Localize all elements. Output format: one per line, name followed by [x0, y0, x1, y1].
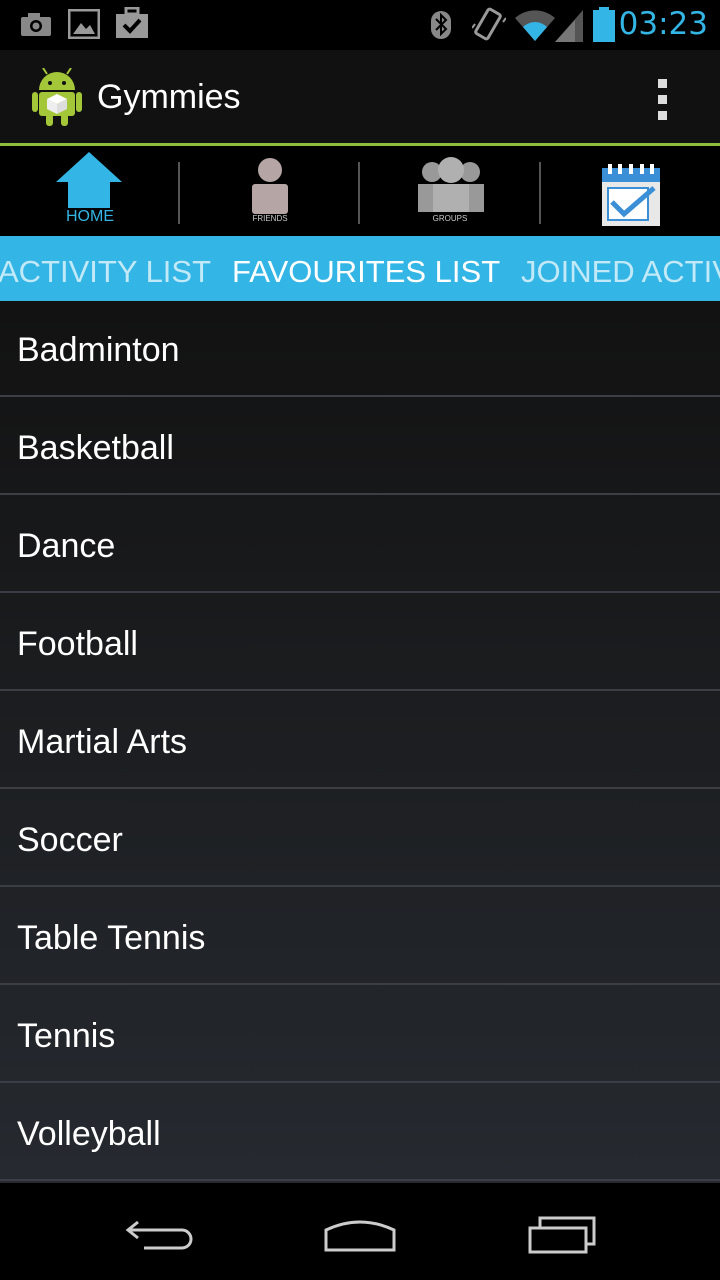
tab-friends-label: FRIENDS [252, 214, 288, 223]
list-item[interactable]: Volleyball [0, 1085, 720, 1181]
tab-favourites-list[interactable]: FAVOURITES LIST [232, 254, 500, 290]
list-item[interactable]: Table Tennis [0, 889, 720, 985]
recent-apps-icon[interactable] [526, 1214, 598, 1256]
camera-icon [21, 13, 51, 36]
back-icon[interactable] [124, 1216, 194, 1252]
favourites-list: Badminton Basketball Dance Football Mart… [0, 301, 720, 1183]
list-item-label: Dance [17, 527, 116, 565]
list-item-label: Volleyball [17, 1115, 161, 1153]
navigation-bar [0, 1184, 720, 1280]
person-icon [252, 158, 288, 214]
signal-icon [555, 10, 583, 42]
bluetooth-icon [431, 11, 451, 39]
group-icon [418, 157, 484, 212]
vibrate-icon [472, 7, 506, 41]
icon-tab-bar: HOME FRIENDS GROUPS [0, 146, 720, 240]
list-item[interactable]: Tennis [0, 987, 720, 1083]
clock-time: 03:23 [618, 6, 708, 42]
gallery-icon [68, 9, 100, 39]
action-bar: Gymmies [0, 50, 720, 143]
calendar-check-icon [602, 164, 660, 226]
tab-activity-list[interactable]: ACTIVITY LIST [0, 254, 211, 290]
list-item-label: Tennis [17, 1017, 116, 1055]
list-item[interactable]: Football [0, 595, 720, 691]
divider [0, 591, 720, 593]
divider [0, 395, 720, 397]
divider [0, 983, 720, 985]
divider [0, 1179, 720, 1181]
briefcase-check-icon [116, 7, 148, 38]
status-bar: 03:23 [0, 0, 720, 50]
android-icon[interactable] [32, 68, 82, 126]
divider [0, 689, 720, 691]
list-item[interactable]: Basketball [0, 399, 720, 495]
page-tab-strip: ACTIVITY LIST FAVOURITES LIST JOINED ACT… [0, 236, 720, 301]
overflow-menu-icon[interactable] [656, 78, 670, 122]
list-item-label: Football [17, 625, 138, 663]
tab-joined-activities[interactable]: JOINED ACTIV [521, 254, 720, 290]
tab-friends[interactable]: FRIENDS [180, 146, 360, 240]
list-item-label: Badminton [17, 331, 180, 369]
wifi-icon [515, 10, 555, 41]
list-item[interactable]: Martial Arts [0, 693, 720, 789]
list-item-label: Basketball [17, 429, 174, 467]
list-item[interactable]: Dance [0, 497, 720, 593]
divider [0, 493, 720, 495]
tab-home[interactable]: HOME [0, 146, 180, 240]
tab-home-label: HOME [66, 208, 114, 225]
divider [0, 885, 720, 887]
home-icon [56, 152, 122, 208]
tab-groups-label: GROUPS [432, 214, 468, 223]
divider [0, 787, 720, 789]
tab-groups[interactable]: GROUPS [360, 146, 540, 240]
home-nav-icon[interactable] [322, 1212, 398, 1254]
tab-activities[interactable] [540, 146, 720, 240]
app-title: Gymmies [97, 78, 241, 116]
battery-icon [593, 7, 615, 42]
divider [0, 1081, 720, 1083]
list-item-label: Martial Arts [17, 723, 188, 761]
list-item[interactable]: Soccer [0, 791, 720, 887]
list-item-label: Soccer [17, 821, 123, 859]
list-item-label: Table Tennis [17, 919, 206, 957]
list-item[interactable]: Badminton [0, 301, 720, 397]
